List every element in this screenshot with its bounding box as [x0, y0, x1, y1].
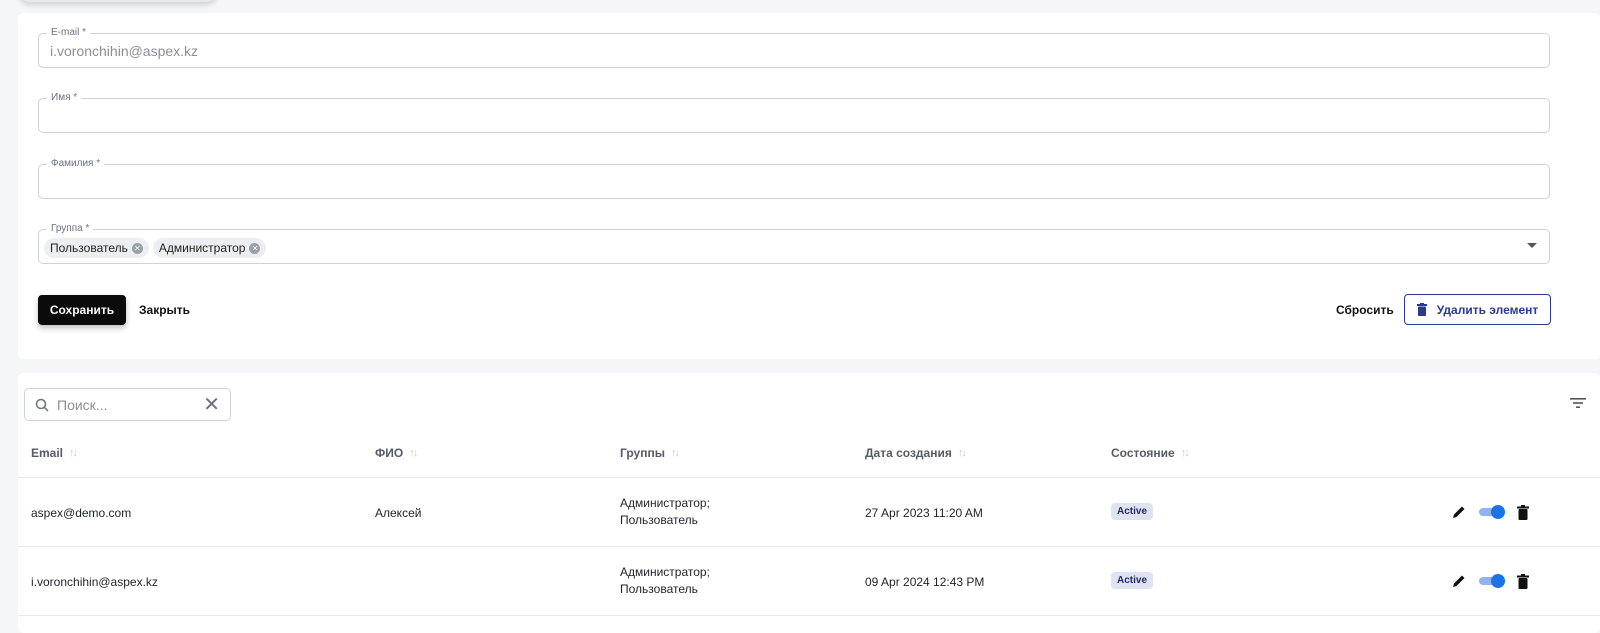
edit-icon[interactable] — [1451, 504, 1467, 520]
column-header-label: Состояние — [1111, 446, 1175, 460]
chevron-down-icon[interactable] — [1527, 243, 1537, 248]
active-toggle[interactable] — [1479, 574, 1505, 588]
clear-icon[interactable]: ✕ — [203, 395, 220, 415]
group-chip: Пользователь ✕ — [44, 238, 149, 258]
save-button[interactable]: Сохранить — [38, 295, 126, 325]
column-header-name[interactable]: ФИО ↑↓ — [375, 446, 418, 460]
trash-icon[interactable] — [1517, 504, 1529, 520]
first-name-label: Имя * — [47, 92, 82, 104]
group-chip-label: Пользователь — [50, 241, 128, 255]
row-created: 09 Apr 2024 12:43 PM — [865, 575, 985, 589]
user-edit-form: E-mail * i.voronchihin@aspex.kz Имя * Фа… — [18, 13, 1600, 359]
users-table-card: Поиск... ✕ Email ↑↓ ФИО ↑↓ Группы ↑↓ Дата с… — [18, 373, 1600, 633]
column-header-label: Email — [31, 446, 64, 460]
row-created: 27 Apr 2023 11:20 AM — [865, 506, 983, 520]
close-button[interactable]: Закрыть — [139, 303, 190, 317]
sort-icon[interactable]: ↑↓ — [409, 447, 418, 459]
row-group: Пользователь — [620, 582, 698, 596]
search-input[interactable]: Поиск... ✕ — [24, 388, 231, 421]
group-chips: Пользователь ✕ Администратор ✕ — [44, 238, 267, 258]
column-header-created[interactable]: Дата создания ↑↓ — [865, 446, 967, 460]
column-header-groups[interactable]: Группы ↑↓ — [620, 446, 680, 460]
chip-remove-icon[interactable]: ✕ — [131, 242, 143, 254]
column-header-label: Группы — [620, 446, 665, 460]
row-groups: Администратор; Пользователь — [620, 495, 710, 529]
reset-button[interactable]: Сбросить — [1336, 303, 1394, 317]
row-group: Администратор; — [620, 565, 710, 579]
first-name-field[interactable]: Имя * — [38, 92, 1550, 133]
row-groups: Администратор; Пользователь — [620, 564, 710, 598]
edit-icon[interactable] — [1451, 573, 1467, 589]
status-badge: Active — [1111, 503, 1154, 520]
email-label: E-mail * — [47, 27, 91, 39]
trash-icon — [1416, 303, 1427, 316]
column-header-email[interactable]: Email ↑↓ — [31, 446, 78, 460]
sort-icon[interactable]: ↑↓ — [671, 447, 680, 459]
row-group: Пользователь — [620, 513, 698, 527]
group-chip-label: Администратор — [158, 241, 246, 255]
row-divider — [18, 546, 1600, 547]
row-actions — [1451, 504, 1529, 520]
row-divider — [18, 615, 1600, 616]
group-label: Группа * — [47, 223, 94, 235]
last-name-field[interactable]: Фамилия * — [38, 158, 1550, 199]
sort-icon[interactable]: ↑↓ — [1181, 447, 1190, 459]
delete-element-label: Удалить элемент — [1436, 302, 1539, 317]
row-email: aspex@demo.com — [31, 506, 132, 520]
row-divider — [18, 477, 1600, 478]
row-group: Администратор; — [620, 496, 710, 510]
sort-icon[interactable]: ↑↓ — [69, 447, 78, 459]
group-select[interactable]: Группа * Пользователь ✕ Администратор ✕ — [38, 223, 1550, 264]
active-toggle[interactable] — [1479, 505, 1505, 519]
status-badge: Active — [1111, 572, 1154, 589]
search-placeholder: Поиск... — [57, 396, 108, 413]
delete-element-button[interactable]: Удалить элемент — [1404, 294, 1551, 325]
trash-icon[interactable] — [1517, 573, 1529, 589]
chip-remove-icon[interactable]: ✕ — [249, 242, 261, 254]
group-chip: Администратор ✕ — [152, 238, 267, 258]
column-header-label: Дата создания — [865, 446, 952, 460]
row-name: Алексей — [375, 506, 422, 520]
row-email: i.voronchihin@aspex.kz — [31, 575, 158, 589]
row-actions — [1451, 573, 1529, 589]
email-value: i.voronchihin@aspex.kz — [50, 43, 199, 59]
last-name-label: Фамилия * — [47, 158, 105, 170]
column-header-status[interactable]: Состояние ↑↓ — [1111, 446, 1190, 460]
top-tab-shadow — [18, 0, 218, 2]
filter-icon[interactable] — [1570, 397, 1586, 409]
search-icon — [35, 398, 49, 412]
column-header-label: ФИО — [375, 446, 404, 460]
email-field[interactable]: E-mail * i.voronchihin@aspex.kz — [38, 27, 1550, 68]
sort-icon[interactable]: ↑↓ — [958, 447, 967, 459]
